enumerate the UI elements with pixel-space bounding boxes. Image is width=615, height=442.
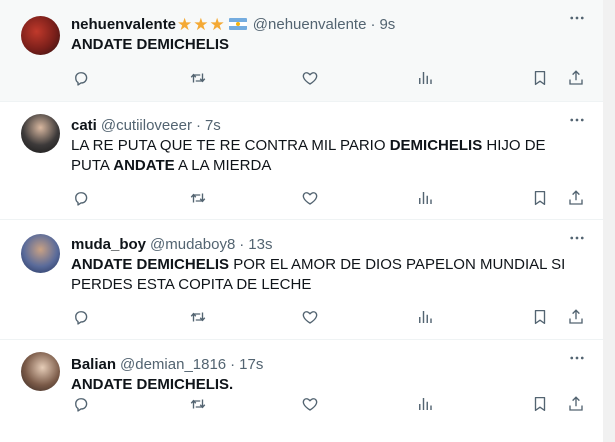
views-bar-chart-icon[interactable] (415, 188, 435, 208)
reply-icon[interactable] (71, 188, 91, 208)
tweet-header: nehuenvalente ★ ★ ★ @nehuenvalente · 9s (71, 14, 593, 34)
share-icon[interactable] (566, 188, 586, 208)
user-badges: ★ ★ ★ (177, 16, 249, 33)
heart-icon[interactable] (300, 68, 320, 88)
display-name[interactable]: cati (71, 117, 97, 134)
tweet-content: Balian @demian_1816 · 17s ANDATE DEMICHE… (71, 354, 593, 395)
reply-icon[interactable] (71, 394, 91, 414)
tweet-header: Balian @demian_1816 · 17s (71, 354, 593, 374)
tweet-text: ANDATE DEMICHELIS (71, 35, 571, 55)
tweet-text: ANDATE DEMICHELIS. (71, 375, 571, 395)
timestamp[interactable]: 7s (205, 117, 221, 134)
display-name[interactable]: nehuenvalente (71, 16, 176, 33)
tweet-text-segment: A LA MIERDA (174, 157, 272, 174)
star-icon: ★ (177, 14, 193, 34)
heart-icon[interactable] (300, 188, 320, 208)
user-handle[interactable]: @nehuenvalente (253, 16, 367, 33)
star-icon: ★ (193, 14, 209, 34)
more-horizontal-icon[interactable] (567, 228, 587, 248)
star-icon: ★ (209, 14, 225, 34)
tweet-content: muda_boy @mudaboy8 · 13s ANDATE DEMICHEL… (71, 234, 593, 295)
retweet-icon[interactable] (188, 68, 208, 88)
user-handle[interactable]: @cutiiloveeer (101, 117, 192, 134)
reply-icon[interactable] (71, 68, 91, 88)
heart-icon[interactable] (300, 394, 320, 414)
argentina-flag-icon (228, 18, 247, 30)
timestamp[interactable]: 13s (248, 236, 272, 253)
tweet-text-segment: LA RE PUTA QUE TE RE CONTRA MIL PARIO (71, 137, 390, 154)
tweet[interactable]: nehuenvalente ★ ★ ★ @nehuenvalente · 9s … (0, 0, 603, 102)
display-name[interactable]: Balian (71, 356, 116, 373)
user-handle[interactable]: @demian_1816 (120, 356, 226, 373)
share-icon[interactable] (566, 307, 586, 327)
tweet-header: muda_boy @mudaboy8 · 13s (71, 234, 593, 254)
share-icon[interactable] (566, 394, 586, 414)
separator-dot: · (195, 116, 201, 134)
tweet-actions (71, 394, 589, 414)
tweet-header: cati @cutiiloveeer · 7s (71, 115, 593, 135)
tweet[interactable]: cati @cutiiloveeer · 7s LA RE PUTA QUE T… (0, 102, 603, 220)
views-bar-chart-icon[interactable] (415, 307, 435, 327)
avatar[interactable] (21, 114, 60, 153)
tweet-text-bold: ANDATE (113, 157, 175, 174)
scrollbar[interactable] (603, 0, 615, 442)
display-name[interactable]: muda_boy (71, 236, 146, 253)
avatar[interactable] (21, 352, 60, 391)
separator-dot: · (370, 15, 376, 33)
views-bar-chart-icon[interactable] (415, 394, 435, 414)
more-horizontal-icon[interactable] (567, 8, 587, 28)
separator-dot: · (230, 355, 236, 373)
retweet-icon[interactable] (188, 188, 208, 208)
tweet[interactable]: muda_boy @mudaboy8 · 13s ANDATE DEMICHEL… (0, 220, 603, 340)
bookmark-icon[interactable] (530, 307, 550, 327)
bookmark-icon[interactable] (530, 68, 550, 88)
share-icon[interactable] (566, 68, 586, 88)
tweet-text-bold: DEMICHELIS (389, 137, 483, 154)
tweet-content: nehuenvalente ★ ★ ★ @nehuenvalente · 9s … (71, 14, 593, 55)
separator-dot: · (239, 235, 245, 253)
tweet-actions (71, 188, 589, 208)
tweet-actions (71, 68, 589, 88)
tweet-text-bold: ANDATE DEMICHELIS. (71, 376, 234, 393)
user-handle[interactable]: @mudaboy8 (150, 236, 235, 253)
bookmark-icon[interactable] (530, 188, 550, 208)
timeline-feed: nehuenvalente ★ ★ ★ @nehuenvalente · 9s … (0, 0, 603, 442)
more-horizontal-icon[interactable] (567, 348, 587, 368)
retweet-icon[interactable] (188, 307, 208, 327)
tweet-text: ANDATE DEMICHELIS POR EL AMOR DE DIOS PA… (71, 255, 571, 295)
tweet-content: cati @cutiiloveeer · 7s LA RE PUTA QUE T… (71, 115, 593, 176)
tweet-text-bold: ANDATE DEMICHELIS (71, 256, 230, 273)
avatar[interactable] (21, 234, 60, 273)
timestamp[interactable]: 17s (239, 356, 263, 373)
heart-icon[interactable] (300, 307, 320, 327)
retweet-icon[interactable] (188, 394, 208, 414)
timestamp[interactable]: 9s (379, 16, 395, 33)
tweet-text: LA RE PUTA QUE TE RE CONTRA MIL PARIO DE… (71, 136, 571, 176)
reply-icon[interactable] (71, 307, 91, 327)
tweet[interactable]: Balian @demian_1816 · 17s ANDATE DEMICHE… (0, 340, 603, 442)
avatar[interactable] (21, 16, 60, 55)
more-horizontal-icon[interactable] (567, 110, 587, 130)
tweet-text-bold: ANDATE DEMICHELIS (71, 36, 230, 53)
tweet-actions (71, 307, 589, 327)
views-bar-chart-icon[interactable] (415, 68, 435, 88)
bookmark-icon[interactable] (530, 394, 550, 414)
